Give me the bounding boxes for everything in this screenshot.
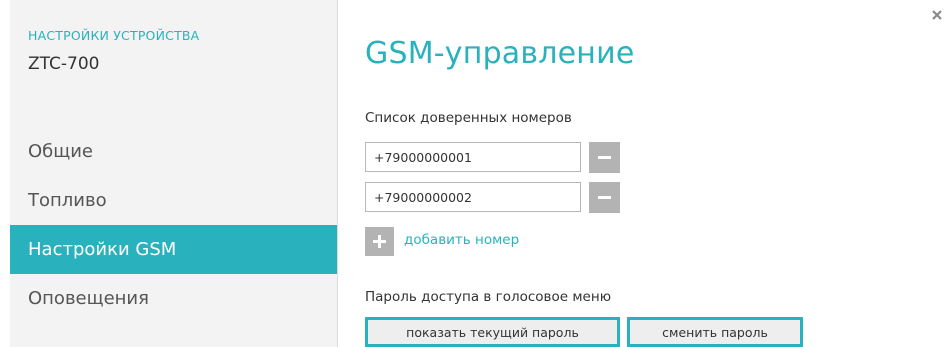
add-number-link[interactable]: добавить номер xyxy=(404,232,519,248)
minus-icon xyxy=(598,156,611,159)
sidebar-item-notifications[interactable]: Оповещения xyxy=(10,274,337,323)
remove-number-button-1[interactable] xyxy=(589,142,620,173)
device-name: ZTC-700 xyxy=(28,54,100,74)
sidebar-item-gsm-settings[interactable]: Настройки GSM xyxy=(10,225,337,274)
trusted-number-input-1[interactable] xyxy=(365,142,581,172)
add-number-button[interactable] xyxy=(365,227,394,256)
trusted-number-row xyxy=(365,142,635,174)
add-number-row: добавить номер xyxy=(365,227,585,257)
close-icon[interactable] xyxy=(930,8,944,22)
remove-number-button-2[interactable] xyxy=(589,182,620,213)
sidebar-item-fuel[interactable]: Топливо xyxy=(10,176,337,225)
settings-dialog: НАСТРОЙКИ УСТРОЙСТВА ZTC-700 Общие Топли… xyxy=(0,0,952,347)
main-content: GSM-управление Список доверенных номеров… xyxy=(365,0,925,347)
minus-icon xyxy=(598,196,611,199)
device-settings-subtitle: НАСТРОЙКИ УСТРОЙСТВА xyxy=(28,28,200,43)
show-password-button[interactable]: показать текущий пароль xyxy=(365,317,620,347)
trusted-number-row xyxy=(365,182,635,214)
sidebar-item-general[interactable]: Общие xyxy=(10,127,337,176)
trusted-number-input-2[interactable] xyxy=(365,182,581,212)
sidebar-nav: Общие Топливо Настройки GSM Оповещения xyxy=(10,127,337,323)
device-header: НАСТРОЙКИ УСТРОЙСТВА ZTC-700 xyxy=(28,28,328,74)
change-password-button[interactable]: сменить пароль xyxy=(627,317,803,347)
password-label: Пароль доступа в голосовое меню xyxy=(365,289,612,305)
page-title: GSM-управление xyxy=(365,36,635,71)
sidebar: НАСТРОЙКИ УСТРОЙСТВА ZTC-700 Общие Топли… xyxy=(10,0,338,347)
trusted-numbers-label: Список доверенных номеров xyxy=(365,110,572,126)
